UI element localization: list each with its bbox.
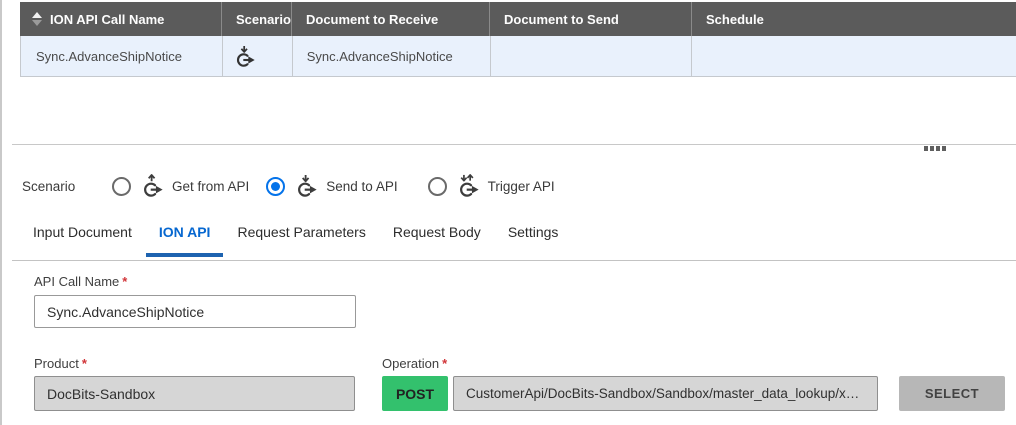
operation-label: Operation* [382,356,447,371]
cell-document-to-send [491,36,693,76]
scenario-group-label: Scenario [22,179,112,194]
send-to-api-icon [296,174,318,198]
api-call-name-input[interactable] [34,295,356,328]
column-header-label: Scenario [236,12,291,27]
column-header-label: Schedule [706,12,764,27]
ion-api-config-panel: ION API Call Name Scenario Document to R… [0,0,1016,425]
trigger-api-icon [458,174,480,198]
tab-ion-api[interactable]: ION API [146,222,224,257]
required-asterisk: * [82,356,87,371]
column-header-scenario[interactable]: Scenario [222,2,292,36]
column-header-label: Document to Receive [306,12,438,27]
cell-ion-api-call-name: Sync.AdvanceShipNotice [21,36,223,76]
field-label-text: Operation [382,356,439,371]
column-header-document-to-receive[interactable]: Document to Receive [292,2,490,36]
radio-send-to-api[interactable]: Send to API [266,174,397,198]
sort-icon[interactable] [32,12,42,26]
radio-circle[interactable] [112,177,131,196]
tab-request-parameters[interactable]: Request Parameters [237,222,365,257]
column-header-schedule[interactable]: Schedule [692,2,1016,36]
get-from-api-icon [142,174,164,198]
column-header-label: Document to Send [504,12,619,27]
column-header-label: ION API Call Name [50,12,164,27]
cell-scenario [223,36,293,76]
table-row[interactable]: Sync.AdvanceShipNotice Sync.AdvanceShipN… [20,36,1016,77]
product-input[interactable] [34,376,355,411]
product-label: Product* [34,356,87,371]
radio-label: Send to API [326,179,397,194]
cell-document-to-receive: Sync.AdvanceShipNotice [293,36,491,76]
http-method-badge: POST [382,376,448,411]
operation-path-input[interactable] [453,376,878,411]
api-call-name-label: API Call Name* [34,274,127,289]
splitter-divider [12,144,1016,145]
tab-settings[interactable]: Settings [508,222,559,257]
select-operation-button[interactable]: SELECT [899,376,1005,411]
tabs-baseline-divider [12,260,1016,261]
field-label-text: API Call Name [34,274,119,289]
field-label-text: Product [34,356,79,371]
radio-label: Get from API [172,179,249,194]
tab-input-document[interactable]: Input Document [33,222,132,257]
drag-handle[interactable] [924,146,946,151]
cell-schedule [692,36,1016,76]
column-header-document-to-send[interactable]: Document to Send [490,2,692,36]
radio-trigger-api[interactable]: Trigger API [428,174,555,198]
tab-request-body[interactable]: Request Body [393,222,481,257]
radio-circle[interactable] [428,177,447,196]
scenario-radio-group: Scenario Get from API Send to API Trigge… [22,174,572,198]
send-to-api-icon [235,45,256,68]
radio-label: Trigger API [488,179,555,194]
api-calls-table: ION API Call Name Scenario Document to R… [20,2,1016,77]
required-asterisk: * [442,356,447,371]
column-header-ion-api-call-name[interactable]: ION API Call Name [20,2,222,36]
required-asterisk: * [122,274,127,289]
radio-get-from-api[interactable]: Get from API [112,174,249,198]
tab-strip: Input Document ION API Request Parameter… [33,222,558,257]
radio-circle-selected[interactable] [266,177,285,196]
table-header-row: ION API Call Name Scenario Document to R… [20,2,1016,36]
